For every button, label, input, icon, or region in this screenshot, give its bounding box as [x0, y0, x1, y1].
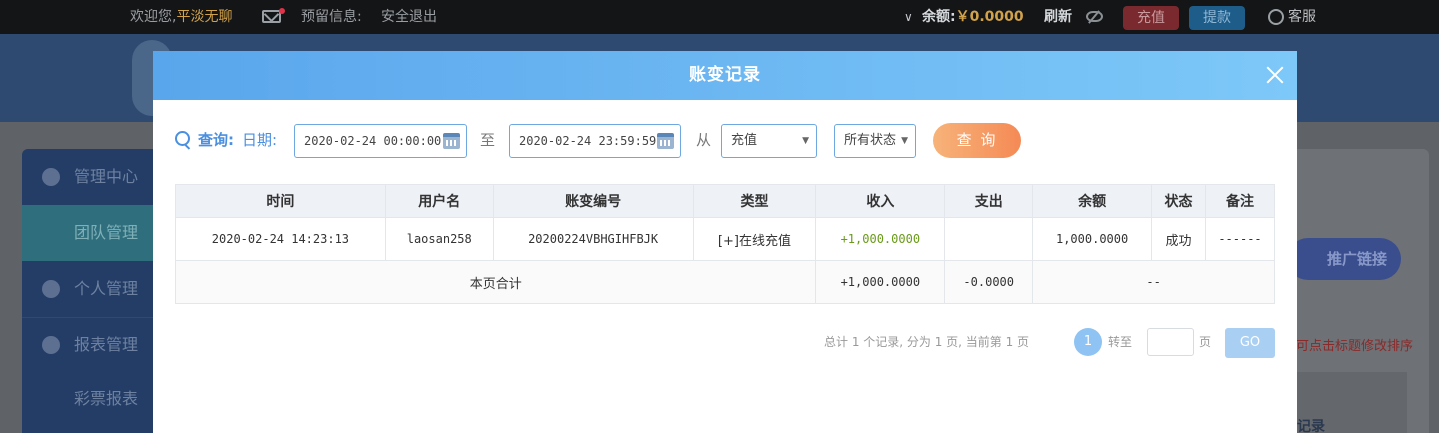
- sidebar: 管理中心 团队管理 个人管理 报表管理 彩票报表: [22, 149, 162, 433]
- cell-balance: 1,000.0000: [1032, 217, 1153, 261]
- modal-title: 账变记录: [689, 65, 761, 85]
- mail-icon[interactable]: [260, 0, 285, 34]
- column-header-expense[interactable]: 支出: [944, 184, 1034, 218]
- withdraw-button[interactable]: 提款: [1189, 6, 1245, 30]
- balance-display: 余额:￥0.0000: [922, 0, 1024, 34]
- sidebar-item-team-management[interactable]: 团队管理: [22, 205, 162, 261]
- sort-hint-text: 可点击标题修改排序: [1296, 339, 1414, 354]
- cell-username: laosan258: [384, 217, 494, 261]
- sidebar-item-management-center[interactable]: 管理中心: [22, 149, 162, 205]
- query-button[interactable]: 查 询: [933, 123, 1021, 158]
- column-header-income[interactable]: 收入: [815, 184, 946, 218]
- welcome-prefix: 欢迎您,: [130, 9, 177, 25]
- column-header-balance[interactable]: 余额: [1032, 184, 1153, 218]
- account-change-modal: 账变记录 查询: 日期: 2020-02-24 00:00:00 至 2020-…: [153, 51, 1297, 433]
- customer-service-link[interactable]: 客服: [1288, 0, 1316, 34]
- end-date-input[interactable]: 2020-02-24 23:59:59: [509, 124, 681, 158]
- records-table: 时间 用户名 账变编号 类型 收入 支出 余额 状态 备注 2020-02-24…: [174, 184, 1276, 304]
- sidebar-item-label: 个人管理: [74, 279, 139, 298]
- column-header-number[interactable]: 账变编号: [492, 184, 694, 218]
- start-date-value: 2020-02-24 00:00:00: [304, 134, 442, 148]
- status-select-value: 所有状态: [844, 133, 897, 148]
- dropdown-arrow-icon: ▼: [901, 136, 908, 146]
- close-icon[interactable]: [1263, 63, 1287, 87]
- column-header-status[interactable]: 状态: [1151, 184, 1206, 218]
- page-total-label: 本页合计: [174, 260, 817, 304]
- balance-amount: ￥0.0000: [955, 9, 1024, 25]
- chevron-down-icon[interactable]: ∨: [904, 0, 913, 34]
- column-header-time[interactable]: 时间: [175, 184, 386, 218]
- sidebar-item-label: 团队管理: [74, 223, 139, 242]
- hide-balance-eye-icon[interactable]: [1085, 0, 1105, 34]
- sidebar-item-report-management[interactable]: 报表管理: [22, 317, 162, 373]
- promotion-link-button[interactable]: 推广链接: [1287, 238, 1401, 280]
- sidebar-item-label: 彩票报表: [74, 389, 139, 408]
- query-label: 查询:: [198, 131, 234, 149]
- start-date-input[interactable]: 2020-02-24 00:00:00: [294, 124, 467, 158]
- cell-expense: [944, 217, 1034, 261]
- cell-income: +1,000.0000: [815, 217, 946, 261]
- goto-label: 转至: [1108, 335, 1133, 349]
- cell-number: 20200224VBHGIHFBJK: [492, 217, 694, 261]
- page-total-balance: --: [1032, 260, 1275, 304]
- column-header-type[interactable]: 类型: [692, 184, 817, 218]
- welcome-text: 欢迎您,平淡无聊: [130, 0, 232, 34]
- go-button[interactable]: GO: [1225, 328, 1275, 358]
- calendar-icon[interactable]: [443, 133, 460, 149]
- page-total-row: 本页合计 +1,000.0000 -0.0000 --: [174, 260, 1275, 304]
- logout-link[interactable]: 安全退出: [381, 0, 437, 34]
- recharge-button[interactable]: 充值: [1123, 6, 1179, 30]
- end-date-value: 2020-02-24 23:59:59: [519, 134, 657, 148]
- status-select[interactable]: 所有状态 ▼: [834, 124, 916, 158]
- dropdown-arrow-icon: ▼: [802, 136, 809, 146]
- refresh-button[interactable]: 刷新: [1044, 0, 1072, 34]
- type-select[interactable]: 充值 ▼: [721, 124, 817, 158]
- sidebar-item-personal-management[interactable]: 个人管理: [22, 261, 162, 317]
- page-total-expense: -0.0000: [944, 260, 1034, 304]
- sidebar-item-label: 管理中心: [74, 167, 139, 186]
- date-label: 日期:: [242, 131, 278, 149]
- cell-remark: ------: [1204, 217, 1276, 261]
- calendar-icon[interactable]: [657, 133, 674, 149]
- to-label: 至: [480, 131, 496, 149]
- report-icon: [42, 336, 60, 354]
- table-row: 2020-02-24 14:23:13 laosan258 20200224VB…: [175, 217, 1276, 261]
- pager-summary: 总计 1 个记录, 分为 1 页, 当前第 1 页: [824, 335, 1030, 349]
- cell-status: 成功: [1151, 217, 1206, 261]
- column-header-username[interactable]: 用户名: [384, 184, 494, 218]
- search-icon: [175, 131, 193, 149]
- customer-service-icon[interactable]: [1268, 0, 1286, 34]
- type-select-value: 充值: [731, 133, 758, 148]
- page-suffix-label: 页: [1199, 335, 1212, 349]
- cell-type: [+]在线充值: [692, 217, 817, 261]
- balance-label: 余额:: [922, 9, 956, 25]
- page-jump-input[interactable]: [1147, 328, 1194, 356]
- column-header-remark[interactable]: 备注: [1204, 184, 1276, 218]
- page-total-income: +1,000.0000: [815, 260, 946, 304]
- sidebar-item-label: 报表管理: [74, 335, 139, 354]
- user-icon: [42, 280, 60, 298]
- records-link[interactable]: 记录: [1297, 416, 1325, 433]
- sidebar-item-lottery-report[interactable]: 彩票报表: [22, 371, 162, 427]
- top-bar: 欢迎您,平淡无聊 预留信息: 安全退出 ∨ 余额:￥0.0000 刷新 充值 提…: [0, 0, 1439, 34]
- username-link[interactable]: 平淡无聊: [176, 9, 232, 25]
- cell-time: 2020-02-24 14:23:13: [175, 217, 386, 261]
- table-header-row: 时间 用户名 账变编号 类型 收入 支出 余额 状态 备注: [175, 184, 1276, 218]
- page-number-button[interactable]: 1: [1074, 328, 1102, 356]
- from-label: 从: [696, 131, 712, 149]
- users-icon: [42, 168, 60, 186]
- reserve-info-link[interactable]: 预留信息:: [301, 0, 362, 34]
